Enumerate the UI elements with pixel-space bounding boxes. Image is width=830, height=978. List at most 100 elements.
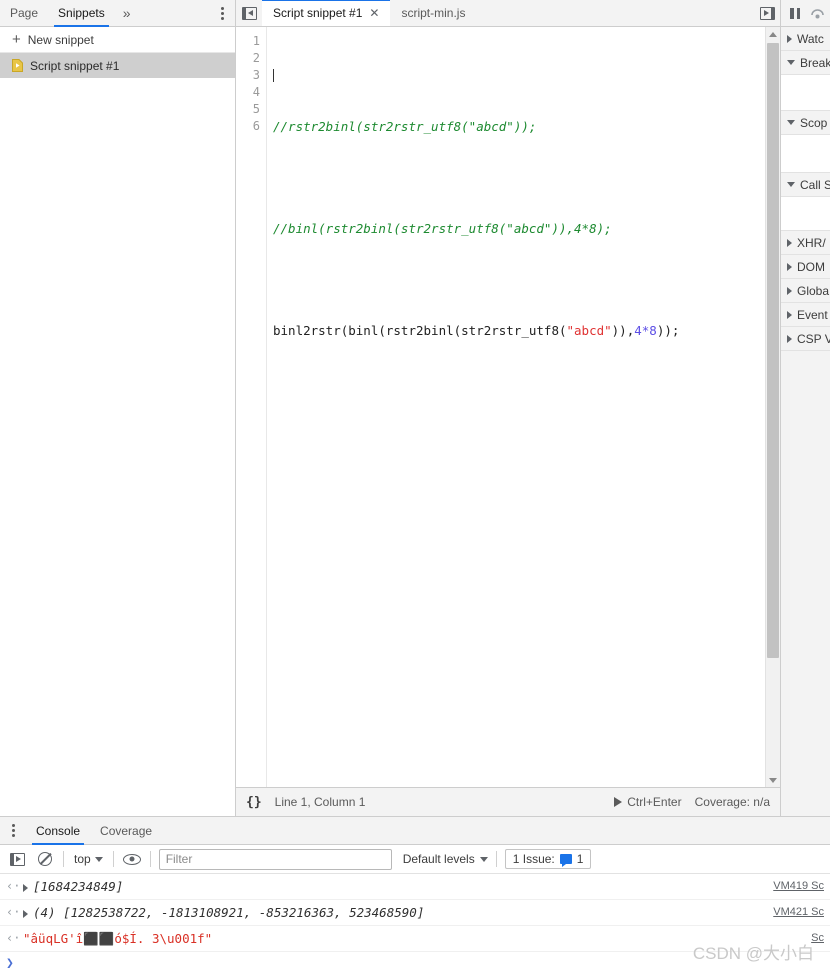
console-message[interactable]: ‹· [1684234849] VM419 Sc bbox=[0, 874, 830, 900]
live-expression-eye-icon[interactable] bbox=[122, 849, 142, 869]
pretty-print-icon[interactable]: {} bbox=[246, 795, 262, 810]
chevron-down-icon bbox=[787, 182, 795, 187]
navigator-tab-snippets-label: Snippets bbox=[58, 6, 105, 20]
debugger-section-xhr-breakpoints[interactable]: XHR/ bbox=[781, 231, 830, 255]
run-shortcut-label: Ctrl+Enter bbox=[627, 795, 682, 809]
code-line-4: //binl(rstr2binl(str2rstr_utf8("abcd")),… bbox=[273, 220, 765, 237]
editor-tab-script-snippet[interactable]: Script snippet #1 ✕ bbox=[262, 0, 391, 26]
scroll-down-arrow-icon[interactable] bbox=[766, 773, 780, 787]
more-vertical-icon[interactable] bbox=[209, 0, 235, 26]
issues-button[interactable]: 1 Issue: 1 bbox=[504, 849, 592, 869]
prompt-chevron-icon: ❯ bbox=[6, 955, 14, 971]
debugger-section-label: Break bbox=[800, 55, 830, 70]
debugger-section-csp-violation-breakpoints[interactable]: CSP V bbox=[781, 327, 830, 351]
console-message-source-link[interactable]: VM419 Sc bbox=[765, 878, 824, 895]
console-toolbar: top Default levels 1 Issue: 1 bbox=[0, 845, 830, 874]
expand-triangle-icon[interactable] bbox=[23, 910, 28, 918]
step-over-icon[interactable] bbox=[810, 6, 825, 20]
code-string: "abcd" bbox=[566, 323, 612, 338]
console-input-prompt[interactable]: ❯ bbox=[0, 952, 830, 974]
code-area[interactable]: 1 2 3 4 5 6 //rstr2binl(str2rstr_utf8("a… bbox=[236, 27, 765, 787]
code-number: 4*8 bbox=[634, 323, 657, 338]
array-contents: [1282538722, -1813108921, -853216363, 52… bbox=[63, 905, 425, 920]
console-message-text: "âüqLG'î⬛⬛ó$Í. 3\u001f" bbox=[23, 931, 213, 946]
debugger-section-global-listeners[interactable]: Globa bbox=[781, 279, 830, 303]
scrollbar-thumb[interactable] bbox=[767, 43, 779, 658]
console-message-source-link[interactable]: VM421 Sc bbox=[765, 904, 824, 921]
panel-expand-right-icon[interactable] bbox=[754, 0, 780, 26]
code-content[interactable]: //rstr2binl(str2rstr_utf8("abcd")); //bi… bbox=[266, 27, 765, 787]
cursor-position-label: Line 1, Column 1 bbox=[274, 795, 366, 809]
scrollbar-track[interactable] bbox=[766, 41, 780, 773]
debugger-section-label: Watc bbox=[797, 31, 824, 46]
return-value-arrow-icon: ‹· bbox=[6, 879, 21, 893]
tab-coverage[interactable]: Coverage bbox=[90, 817, 162, 844]
editor-tab-label: script-min.js bbox=[401, 6, 466, 20]
console-message[interactable]: ‹· (4) [1282538722, -1813108921, -853216… bbox=[0, 900, 830, 926]
expand-triangle-icon[interactable] bbox=[23, 884, 28, 892]
more-tabs-icon[interactable]: » bbox=[115, 0, 139, 26]
debugger-section-call-stack[interactable]: Call S bbox=[781, 173, 830, 197]
chevron-down-icon bbox=[94, 856, 103, 862]
devtools-window: Page Snippets » + New snippet Script sni… bbox=[0, 0, 830, 978]
issue-chip-icon bbox=[559, 854, 572, 867]
execution-context-select[interactable]: top bbox=[72, 852, 105, 866]
tab-coverage-label: Coverage bbox=[100, 823, 153, 838]
navigator-tabbar: Page Snippets » bbox=[0, 0, 235, 27]
debugger-section-breakpoints[interactable]: Break bbox=[781, 51, 830, 75]
call-stack-body bbox=[781, 197, 830, 231]
scope-body bbox=[781, 135, 830, 173]
line-number: 4 bbox=[252, 85, 260, 99]
snippet-file-icon bbox=[12, 59, 23, 72]
console-message-text: (4) [1282538722, -1813108921, -853216363… bbox=[33, 904, 760, 921]
code-line-1 bbox=[273, 67, 765, 84]
console-message-list[interactable]: ‹· [1684234849] VM419 Sc ‹· (4) [1282538… bbox=[0, 874, 830, 978]
return-value-arrow-icon: ‹· bbox=[6, 931, 21, 945]
drawer-more-vertical-icon[interactable] bbox=[0, 817, 26, 844]
editor-tab-script-min-js[interactable]: script-min.js bbox=[390, 0, 476, 26]
debugger-section-label: Call S bbox=[800, 177, 830, 192]
code-comment: //binl(rstr2binl(str2rstr_utf8("abcd")),… bbox=[273, 221, 612, 236]
list-item-label: Script snippet #1 bbox=[30, 58, 120, 73]
navigator-empty-area bbox=[0, 78, 235, 816]
run-snippet-button[interactable]: Ctrl+Enter bbox=[614, 795, 682, 809]
list-item[interactable]: Script snippet #1 bbox=[0, 53, 235, 78]
panel-collapse-left-icon[interactable] bbox=[236, 0, 262, 26]
chevron-right-icon bbox=[787, 262, 792, 271]
clear-console-icon[interactable] bbox=[35, 849, 55, 869]
debugger-toolbar bbox=[781, 0, 830, 27]
debugger-section-scope[interactable]: Scop bbox=[781, 111, 830, 135]
editor-vertical-scrollbar[interactable] bbox=[765, 27, 780, 787]
close-icon[interactable]: ✕ bbox=[369, 7, 379, 19]
code-editor[interactable]: 1 2 3 4 5 6 //rstr2binl(str2rstr_utf8("a… bbox=[236, 27, 780, 787]
pause-script-icon[interactable] bbox=[790, 7, 800, 19]
plus-icon: + bbox=[12, 31, 21, 48]
toolbar-divider bbox=[149, 851, 151, 867]
new-snippet-button[interactable]: + New snippet bbox=[0, 27, 235, 53]
editor-tabbar-spacer bbox=[476, 0, 754, 26]
tab-console[interactable]: Console bbox=[26, 817, 90, 845]
line-number: 3 bbox=[252, 68, 260, 82]
navigator-tab-page-label: Page bbox=[10, 6, 39, 20]
debugger-section-dom-breakpoints[interactable]: DOM bbox=[781, 255, 830, 279]
code-line-2: //rstr2binl(str2rstr_utf8("abcd")); bbox=[273, 118, 765, 135]
console-message-source-link[interactable]: Sc bbox=[803, 930, 824, 947]
scroll-up-arrow-icon[interactable] bbox=[766, 27, 780, 41]
debugger-section-event-listener-breakpoints[interactable]: Event bbox=[781, 303, 830, 327]
console-sidebar-toggle-icon[interactable] bbox=[7, 849, 27, 869]
toolbar-divider bbox=[495, 851, 497, 867]
debugger-section-label: Event bbox=[797, 307, 828, 322]
log-levels-select[interactable]: Default levels bbox=[400, 852, 488, 866]
debugger-section-watch[interactable]: Watc bbox=[781, 27, 830, 51]
navigator-tab-page[interactable]: Page bbox=[0, 0, 48, 26]
toolbar-divider bbox=[63, 851, 64, 867]
chevron-down-icon bbox=[787, 60, 795, 65]
filter-input[interactable] bbox=[158, 848, 392, 870]
console-message[interactable]: ‹· "âüqLG'î⬛⬛ó$Í. 3\u001f" Sc bbox=[0, 926, 830, 952]
chevron-down-icon bbox=[787, 120, 795, 125]
chevron-right-icon bbox=[787, 334, 792, 343]
debugger-sidebar: Watc Break Scop Call S XHR/ DOM Globa Ev… bbox=[781, 0, 830, 816]
navigator-tab-snippets[interactable]: Snippets bbox=[48, 0, 115, 27]
editor-tabbar: Script snippet #1 ✕ script-min.js bbox=[236, 0, 780, 27]
